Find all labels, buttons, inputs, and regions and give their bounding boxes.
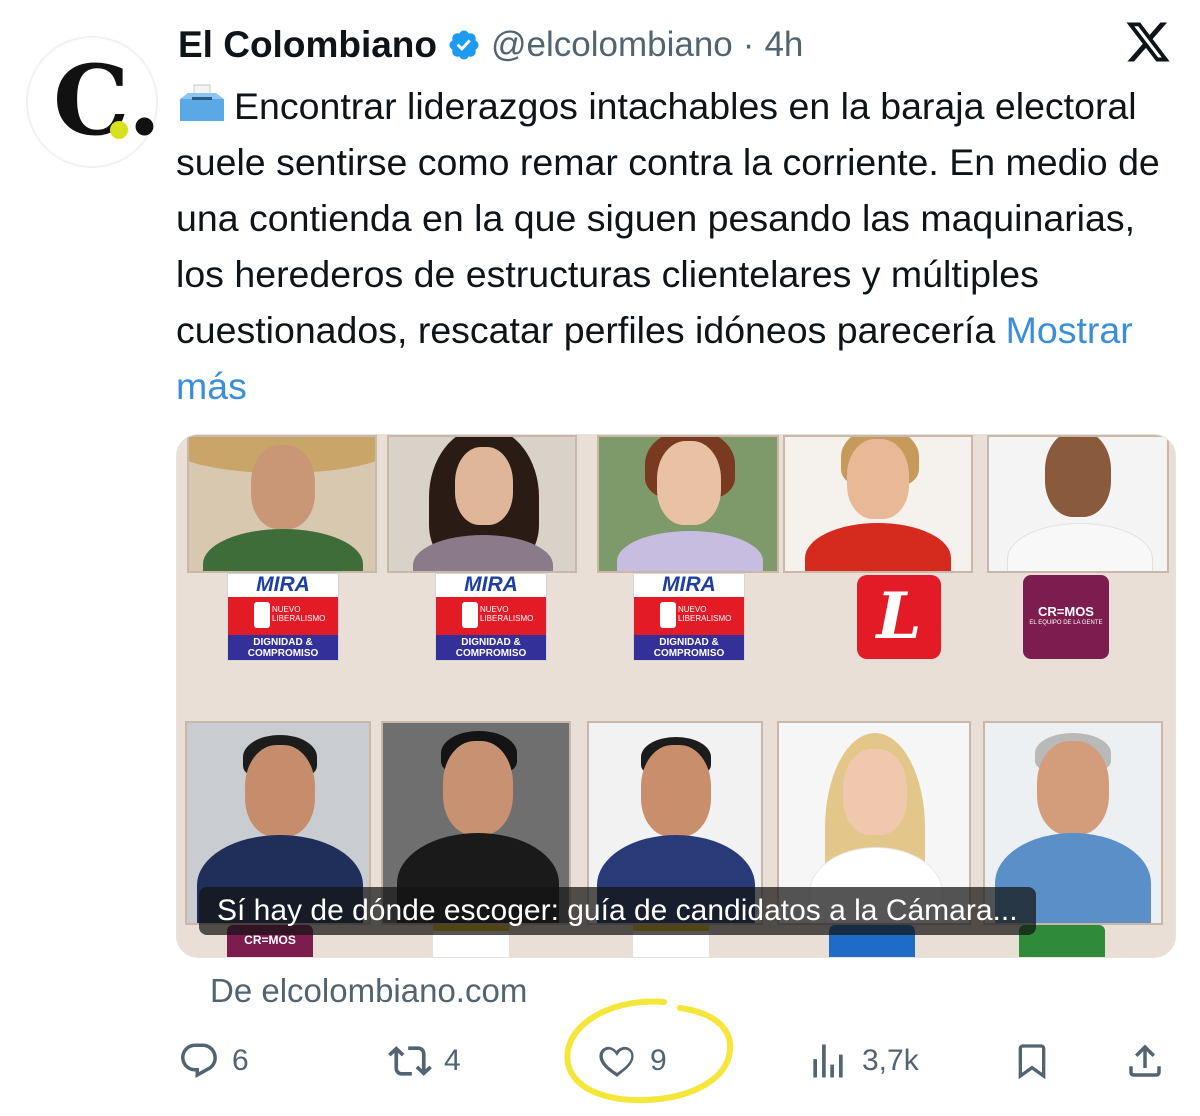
share-button[interactable]: [1124, 1030, 1166, 1092]
reply-icon: [181, 1043, 217, 1078]
repost-count: 4: [444, 1044, 461, 1077]
repost-icon: [388, 1046, 432, 1076]
share-icon: [1129, 1044, 1161, 1077]
reply-button[interactable]: 6: [178, 1030, 249, 1092]
author-handle[interactable]: @elcolombiano: [491, 25, 733, 65]
candidate-photo: [987, 435, 1169, 573]
verified-badge-icon: [449, 30, 479, 60]
ballot-box-icon: [180, 84, 224, 121]
bookmark-icon: [1018, 1044, 1046, 1080]
tweet-text: Encontrar liderazgos intachables en la b…: [176, 78, 1176, 414]
party-logo-liberal: L: [857, 575, 941, 659]
tweet-header: El Colombiano @elcolombiano · 4h: [178, 20, 803, 70]
x-logo-icon[interactable]: [1124, 18, 1172, 66]
candidate-photo: [783, 435, 973, 573]
party-logo-mira: MIRA NUEVO LIBERALISMO DIGNIDAD & COMPRO…: [227, 573, 339, 661]
party-logo-mira: MIRA NUEVO LIBERALISMO DIGNIDAD & COMPRO…: [435, 573, 547, 661]
party-logo-creemos: CR=MOS EL EQUIPO DE LA GENTE: [1023, 575, 1109, 659]
card-headline[interactable]: Sí hay de dónde escoger: guía de candida…: [199, 887, 1036, 935]
link-card[interactable]: MIRA NUEVO LIBERALISMO DIGNIDAD & COMPRO…: [176, 434, 1176, 958]
highlight-annotation: [564, 998, 734, 1104]
party-logo-mira: MIRA NUEVO LIBERALISMO DIGNIDAD & COMPRO…: [633, 573, 745, 661]
candidate-photo: [187, 435, 377, 573]
repost-button[interactable]: 4: [388, 1030, 461, 1092]
views-button[interactable]: 3,7k: [806, 1030, 919, 1092]
card-source[interactable]: De elcolombiano.com: [210, 972, 527, 1010]
candidate-photo: [387, 435, 577, 573]
views-icon: [813, 1044, 843, 1078]
tweet-time[interactable]: 4h: [764, 25, 803, 65]
separator-dot: ·: [742, 25, 755, 64]
candidate-photo: [597, 435, 779, 573]
reply-count: 6: [232, 1044, 249, 1077]
avatar-letter: C.: [53, 44, 162, 157]
avatar[interactable]: C.: [26, 36, 162, 168]
bookmark-button[interactable]: [1012, 1030, 1052, 1092]
author-name[interactable]: El Colombiano: [178, 24, 437, 66]
avatar-dot: [110, 121, 128, 139]
views-count: 3,7k: [862, 1044, 919, 1077]
